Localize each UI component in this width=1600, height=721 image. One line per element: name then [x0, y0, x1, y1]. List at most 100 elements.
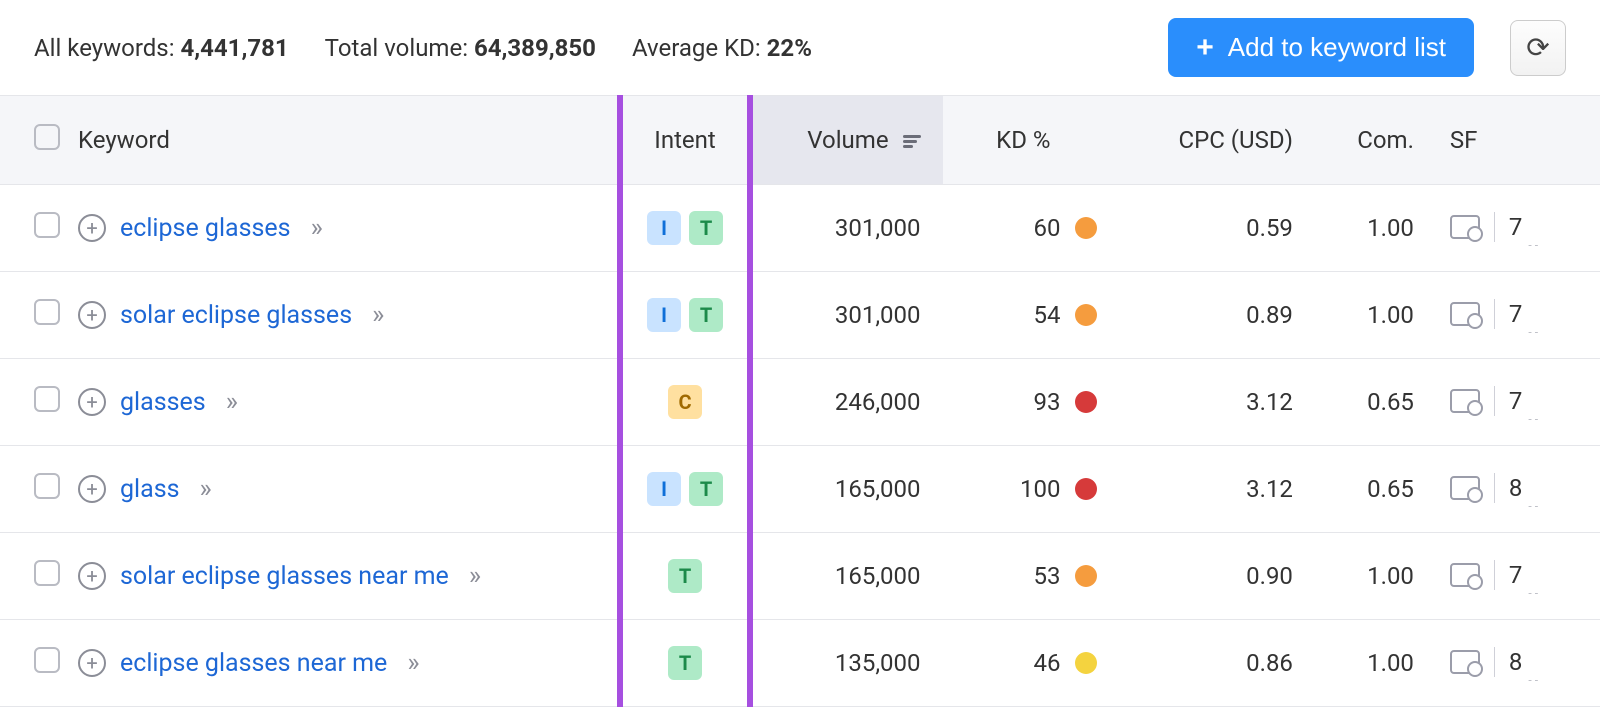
table-row: +solar eclipse glasses»IT301,000540.891.…: [0, 272, 1600, 359]
cpc-value: 0.86: [1121, 620, 1317, 707]
table-row: +solar eclipse glasses near me»T165,0005…: [0, 533, 1600, 620]
stat-total-volume: Total volume: 64,389,850: [325, 34, 596, 62]
cpc-value: 3.12: [1121, 359, 1317, 446]
chevron-right-icon[interactable]: »: [407, 648, 419, 678]
separator: [1494, 386, 1495, 416]
serp-preview-icon[interactable]: [1450, 563, 1480, 587]
expand-icon[interactable]: +: [78, 649, 106, 677]
keyword-link[interactable]: eclipse glasses near me: [120, 649, 387, 678]
sf-value: 7: [1509, 561, 1523, 589]
table-row: +eclipse glasses»IT301,000600.591.007- -: [0, 185, 1600, 272]
intent-badge-t[interactable]: T: [689, 298, 723, 332]
col-select-all[interactable]: [0, 96, 78, 185]
col-intent[interactable]: Intent: [620, 96, 751, 185]
stat-label: Total volume:: [325, 34, 474, 62]
intent-badge-i[interactable]: I: [647, 472, 681, 506]
intent-badge-t[interactable]: T: [668, 646, 702, 680]
expand-icon[interactable]: +: [78, 475, 106, 503]
cpc-value: 3.12: [1121, 446, 1317, 533]
separator: [1494, 299, 1495, 329]
row-checkbox[interactable]: [34, 299, 60, 325]
expand-icon[interactable]: +: [78, 301, 106, 329]
col-sf[interactable]: SF: [1438, 96, 1600, 185]
chevron-right-icon[interactable]: »: [311, 213, 323, 243]
highlight-border: [747, 95, 753, 707]
refresh-button[interactable]: ⟳: [1510, 20, 1566, 76]
table-row: +glass»IT165,0001003.120.658- -: [0, 446, 1600, 533]
chevron-right-icon[interactable]: »: [200, 474, 212, 504]
table-row: +glasses»C246,000933.120.657- -: [0, 359, 1600, 446]
serp-preview-icon[interactable]: [1450, 650, 1480, 674]
row-checkbox[interactable]: [34, 647, 60, 673]
stat-label: All keywords:: [34, 34, 180, 62]
com-value: 1.00: [1317, 272, 1438, 359]
volume-value: 165,000: [750, 446, 942, 533]
sf-trend-icon: - -: [1528, 238, 1538, 252]
chevron-right-icon[interactable]: »: [226, 387, 238, 417]
com-value: 0.65: [1317, 446, 1438, 533]
serp-preview-icon[interactable]: [1450, 302, 1480, 326]
sf-trend-icon: - -: [1528, 673, 1538, 687]
serp-preview-icon[interactable]: [1450, 215, 1480, 239]
row-checkbox[interactable]: [34, 386, 60, 412]
stat-label: Average KD:: [632, 34, 767, 62]
intent-badge-i[interactable]: I: [647, 298, 681, 332]
volume-value: 135,000: [750, 620, 942, 707]
row-checkbox[interactable]: [34, 560, 60, 586]
highlight-border: [617, 95, 623, 707]
button-label: Add to keyword list: [1228, 32, 1446, 63]
col-keyword[interactable]: Keyword: [78, 96, 620, 185]
add-to-keyword-list-button[interactable]: + Add to keyword list: [1168, 18, 1474, 77]
expand-icon[interactable]: +: [78, 562, 106, 590]
intent-badge-t[interactable]: T: [689, 472, 723, 506]
serp-preview-icon[interactable]: [1450, 476, 1480, 500]
keyword-link[interactable]: glasses: [120, 388, 206, 417]
kd-value: 100: [1020, 475, 1060, 503]
sf-trend-icon: - -: [1528, 412, 1538, 426]
intent-badge-c[interactable]: C: [668, 385, 702, 419]
separator: [1494, 560, 1495, 590]
col-label: Volume: [807, 126, 888, 154]
stat-all-keywords: All keywords: 4,441,781: [34, 34, 289, 62]
com-value: 1.00: [1317, 185, 1438, 272]
sf-trend-icon: - -: [1528, 499, 1538, 513]
keyword-link[interactable]: eclipse glasses: [120, 214, 291, 243]
kd-difficulty-dot: [1075, 304, 1097, 326]
volume-value: 246,000: [750, 359, 942, 446]
table-row: +eclipse glasses near me»T135,000460.861…: [0, 620, 1600, 707]
sf-value: 8: [1509, 648, 1523, 676]
row-checkbox[interactable]: [34, 212, 60, 238]
kd-value: 60: [1034, 214, 1061, 242]
keyword-link[interactable]: glass: [120, 475, 180, 504]
col-cpc[interactable]: CPC (USD): [1121, 96, 1317, 185]
checkbox-icon[interactable]: [34, 124, 60, 150]
kd-difficulty-dot: [1075, 478, 1097, 500]
sf-trend-icon: - -: [1528, 325, 1538, 339]
volume-value: 165,000: [750, 533, 942, 620]
chevron-right-icon[interactable]: »: [372, 300, 384, 330]
kd-value: 54: [1034, 301, 1061, 329]
stat-value: 22%: [767, 34, 812, 62]
keyword-link[interactable]: solar eclipse glasses near me: [120, 562, 449, 591]
kd-value: 93: [1034, 388, 1061, 416]
cpc-value: 0.90: [1121, 533, 1317, 620]
kd-difficulty-dot: [1075, 217, 1097, 239]
kd-difficulty-dot: [1075, 565, 1097, 587]
serp-preview-icon[interactable]: [1450, 389, 1480, 413]
expand-icon[interactable]: +: [78, 388, 106, 416]
kd-value: 46: [1034, 649, 1061, 677]
keyword-link[interactable]: solar eclipse glasses: [120, 301, 352, 330]
intent-badge-t[interactable]: T: [689, 211, 723, 245]
row-checkbox[interactable]: [34, 473, 60, 499]
sf-trend-icon: - -: [1528, 586, 1538, 600]
col-com[interactable]: Com.: [1317, 96, 1438, 185]
chevron-right-icon[interactable]: »: [469, 561, 481, 591]
col-volume[interactable]: Volume: [750, 96, 942, 185]
intent-badge-i[interactable]: I: [647, 211, 681, 245]
expand-icon[interactable]: +: [78, 214, 106, 242]
cpc-value: 0.89: [1121, 272, 1317, 359]
sf-value: 7: [1509, 213, 1523, 241]
intent-badge-t[interactable]: T: [668, 559, 702, 593]
col-kd[interactable]: KD %: [943, 96, 1121, 185]
sf-value: 7: [1509, 387, 1523, 415]
